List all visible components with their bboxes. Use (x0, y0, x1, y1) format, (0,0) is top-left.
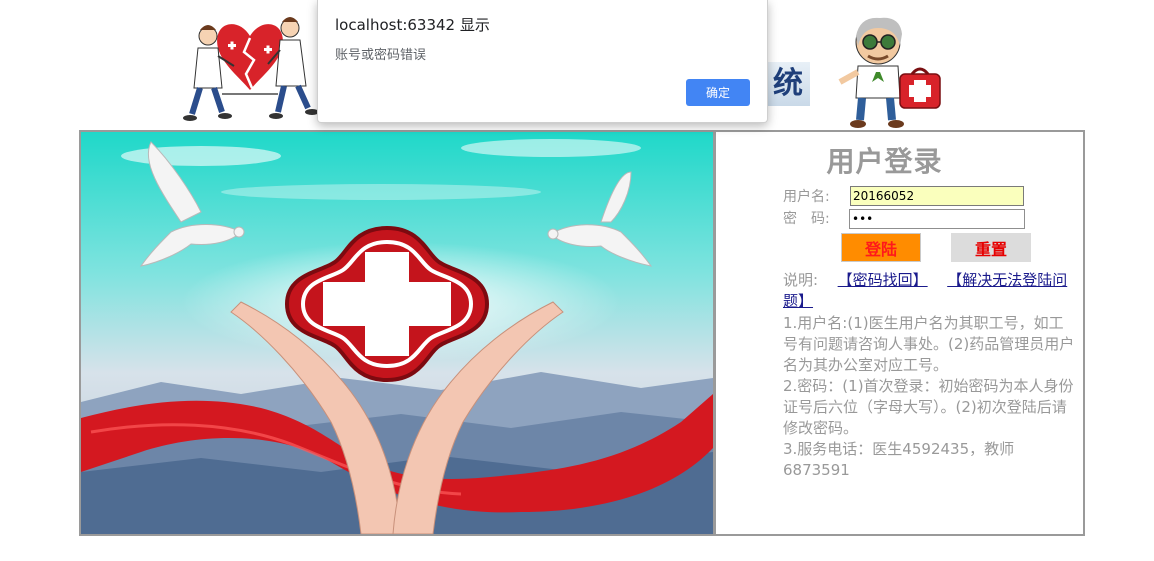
password-row: 密 码: (783, 208, 1025, 229)
alert-message: 账号或密码错误 (335, 48, 427, 63)
login-panel: 用户登录 用户名: 密 码: 登陆 重置 说明: 【密码找回】 【解决无法登陆问… (716, 132, 1083, 534)
reset-button[interactable]: 重置 (951, 233, 1031, 262)
hero-image (81, 132, 716, 534)
notes-label: 说明: (783, 271, 819, 289)
alert-ok-button[interactable]: 确定 (686, 79, 750, 106)
note-service-phone: 3.服务电话：医生4592435，教师6873591 (783, 440, 1015, 479)
password-label: 密 码: (783, 211, 830, 227)
login-title: 用户登录 (826, 145, 943, 178)
system-title-fragment: 统 (764, 62, 810, 106)
alert-title: localhost:63342 显示 (335, 16, 490, 34)
pharmacist-illustration (838, 17, 941, 128)
main-frame: 用户登录 用户名: 密 码: 登陆 重置 说明: 【密码找回】 【解决无法登陆问… (79, 130, 1085, 536)
note-username: 1.用户名:(1)医生用户名为其职工号，如工号有问题请咨询人事处。(2)药品管理… (783, 314, 1075, 374)
username-row: 用户名: (783, 186, 1024, 206)
recover-password-link[interactable]: 【密码找回】 (838, 271, 928, 289)
login-button[interactable]: 登陆 (841, 233, 921, 262)
username-input[interactable] (850, 186, 1024, 206)
doctors-heart-illustration (183, 17, 319, 121)
alert-dialog: localhost:63342 显示 账号或密码错误 确定 (317, 0, 768, 123)
username-label: 用户名: (783, 189, 830, 205)
note-password: 2.密码：(1)首次登录：初始密码为本人身份证号后六位（字母大写）。(2)初次登… (783, 377, 1074, 437)
password-input[interactable] (849, 209, 1025, 229)
login-notes: 说明: 【密码找回】 【解决无法登陆问题】 1.用户名:(1)医生用户名为其职工… (783, 270, 1078, 481)
